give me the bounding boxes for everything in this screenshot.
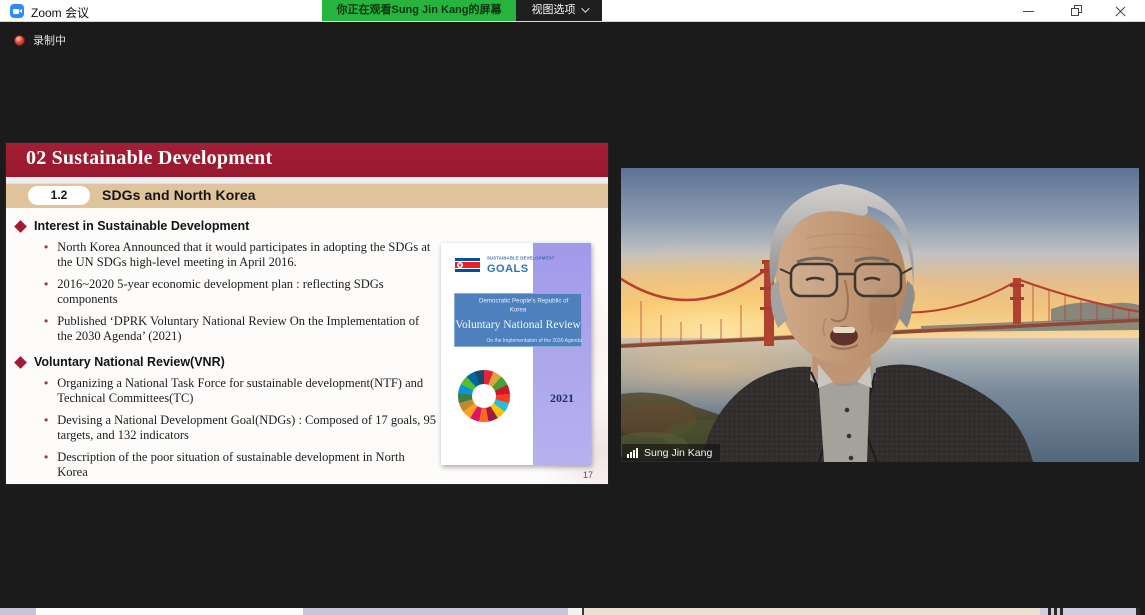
participant-name-tag: Sung Jin Kang [622,444,720,461]
slide-title-banner: 02 Sustainable Development [6,143,608,177]
slide-bullet: 2016~2020 5-year economic development pl… [44,277,446,307]
slide-bullet: Published ‘DPRK Voluntary National Revie… [44,314,446,344]
cover-year: 2021 [533,391,591,406]
background-window-sliver [0,608,1145,615]
zoom-logo-icon [10,4,24,18]
slide-page-number: 17 [583,470,593,480]
slide-bullet: Organizing a National Task Force for sus… [44,376,446,406]
slide-bullet: North Korea Announced that it would part… [44,240,446,270]
minimize-icon [1023,11,1034,12]
screen-share-banner: 你正在观看Sung Jin Kang的屏幕 [322,0,516,21]
slide-heading: Interest in Sustainable Development [14,219,608,233]
cover-title-box: Democratic People's Republic of Korea Vo… [454,293,582,347]
presentation-slide: 02 Sustainable Development 1.2 SDGs and … [6,143,608,484]
window-title: Zoom 会议 [31,4,89,21]
recording-indicator: 录制中 [14,32,66,48]
north-korea-flag-icon [455,258,480,272]
zoom-meeting-window: Zoom 会议 你正在观看Sung Jin Kang的屏幕 视图选项 录制中 0… [0,0,1145,615]
window-sliver-segment [584,608,1040,615]
slide-section-bar: 1.2 SDGs and North Korea [6,184,608,208]
title-bar: Zoom 会议 你正在观看Sung Jin Kang的屏幕 视图选项 [0,0,1145,22]
view-options-button[interactable]: 视图选项 [516,0,602,21]
section-number-pill: 1.2 [28,186,90,205]
chevron-down-icon [581,4,589,12]
window-sliver-tick [1054,608,1057,615]
recording-dot-icon [14,35,25,46]
participant-name: Sung Jin Kang [644,447,712,459]
shared-screen-area: 录制中 02 Sustainable Development 1.2 SDGs … [0,22,1145,608]
close-button[interactable] [1100,0,1142,22]
diamond-bullet-icon [14,220,27,233]
slide-divider [6,177,608,184]
restore-button[interactable] [1056,0,1098,22]
minimize-button[interactable] [1008,0,1050,22]
sdg-goals-logo: SUSTAINABLE DEVELOPMENT GOALS [487,256,547,275]
window-sliver-tick [1048,608,1051,615]
video-scene [621,168,1139,462]
view-options-label: 视图选项 [532,4,576,16]
window-sliver-segment [303,608,568,615]
slide-bullet: Description of the poor situation of sus… [44,450,446,480]
participant-video-tile: Sung Jin Kang [621,168,1139,462]
window-sliver-segment [0,608,36,615]
sdg-wheel-icon [458,370,510,422]
window-sliver-divider [1136,608,1140,615]
slide-title: 02 Sustainable Development [26,147,272,170]
section-title: SDGs and North Korea [102,187,256,203]
recording-label: 录制中 [33,32,66,48]
vnr-report-cover: SUSTAINABLE DEVELOPMENT GOALS Democratic… [441,243,591,465]
window-sliver-segment [36,608,303,615]
window-sliver-segment [568,608,582,615]
slide-bullet: Devising a National Development Goal(NDG… [44,413,446,443]
signal-bars-icon [627,447,639,458]
diamond-bullet-icon [14,356,27,369]
cover-side-column [533,243,591,465]
window-sliver-tick [1060,608,1063,615]
